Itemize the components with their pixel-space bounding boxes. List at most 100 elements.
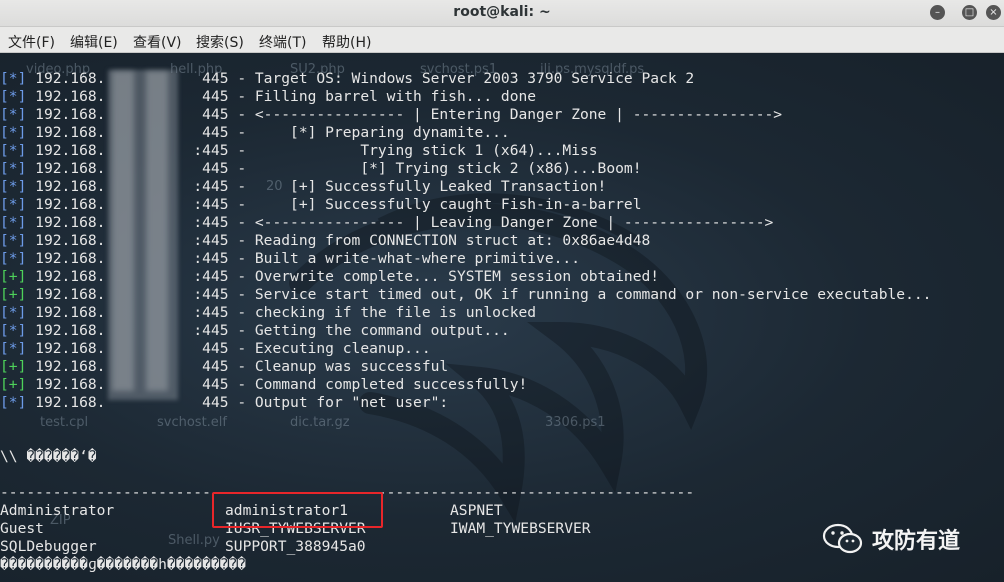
- garbled-output-last: ����������ɡ�������h���������: [0, 556, 247, 573]
- log-port: :445: [193, 178, 229, 195]
- menu-bar: 文件(F) 编辑(E) 查看(V) 搜索(S) 终端(T) 帮助(H): [0, 27, 1004, 53]
- log-tag: [*]: [0, 196, 27, 213]
- redacted-ip-block-b: [146, 71, 168, 391]
- log-tag: [*]: [0, 214, 27, 231]
- log-tag: [+]: [0, 286, 27, 303]
- log-port: :445: [193, 250, 229, 267]
- log-tag: [*]: [0, 124, 27, 141]
- log-port: 445: [202, 70, 229, 87]
- log-line: [*] 192.168. :445 - Trying stick 1 (x64)…: [0, 142, 598, 160]
- log-port: :445: [193, 268, 229, 285]
- log-host: 192.168.: [35, 304, 106, 321]
- log-port: 445: [202, 394, 229, 411]
- log-host: 192.168.: [35, 376, 106, 393]
- log-host: 192.168.: [35, 322, 106, 339]
- close-icon[interactable]: ×: [986, 5, 1001, 20]
- log-line: [+] 192.168. :445 - Overwrite complete..…: [0, 268, 659, 286]
- log-message: - <---------------- | Entering Danger Zo…: [228, 106, 783, 123]
- log-host: 192.168.: [35, 286, 106, 303]
- log-port: 445: [202, 160, 229, 177]
- log-line: [*] 192.168. :445 - Built a write-what-w…: [0, 250, 580, 268]
- log-message: - [+] Successfully Leaked Transaction!: [228, 178, 607, 195]
- log-message: - checking if the file is unlocked: [228, 304, 537, 321]
- log-host: 192.168.: [35, 160, 106, 177]
- log-host: 192.168.: [35, 394, 106, 411]
- log-host: 192.168.: [35, 268, 106, 285]
- menu-search[interactable]: 搜索(S): [196, 32, 244, 52]
- log-tag: [+]: [0, 376, 27, 393]
- log-port: :445: [193, 232, 229, 249]
- log-line: [*] 192.168. :445 - checking if the file…: [0, 304, 536, 322]
- menu-help[interactable]: 帮助(H): [322, 32, 371, 52]
- user-cell: Administrator: [0, 502, 115, 519]
- desktop-icon-test-cpl: test.cpl: [40, 415, 89, 430]
- log-message: - Executing cleanup...: [228, 340, 431, 357]
- log-line: [*] 192.168. :445 - Reading from CONNECT…: [0, 232, 650, 250]
- log-tag: [*]: [0, 142, 27, 159]
- log-message: - Command completed successfully!: [228, 376, 528, 393]
- log-line: [+] 192.168. 445 - Command completed suc…: [0, 376, 527, 394]
- terminal-output[interactable]: video.php hell.php SU2.php svchost.ps1 j…: [0, 53, 1004, 582]
- log-host: 192.168.: [35, 178, 106, 195]
- log-message: - [*] Preparing dynamite...: [228, 124, 510, 141]
- log-message: - Built a write-what-where primitive...: [228, 250, 580, 267]
- log-line: [*] 192.168. 445 - Target OS: Windows Se…: [0, 70, 694, 88]
- log-host: 192.168.: [35, 214, 106, 231]
- menu-terminal[interactable]: 终端(T): [259, 32, 306, 52]
- log-line: [*] 192.168. :445 - [+] Successfully cau…: [0, 196, 641, 214]
- log-tag: [+]: [0, 268, 27, 285]
- log-port: :445: [193, 322, 229, 339]
- log-port: :445: [193, 286, 229, 303]
- log-port: 445: [202, 106, 229, 123]
- log-line: [*] 192.168. 445 - Filling barrel with f…: [0, 88, 536, 106]
- log-tag: [*]: [0, 106, 27, 123]
- log-message: - Overwrite complete... SYSTEM session o…: [228, 268, 660, 285]
- desktop-icon-dic-tar: dic.tar.gz: [290, 415, 350, 430]
- log-port: 445: [202, 358, 229, 375]
- log-port: :445: [193, 304, 229, 321]
- highlight-box: [212, 492, 383, 528]
- log-line: [+] 192.168. 445 - Cleanup was successfu…: [0, 358, 448, 376]
- log-tag: [*]: [0, 322, 27, 339]
- log-line: [*] 192.168. 445 - Output for "net user"…: [0, 394, 448, 412]
- log-message: - [+] Successfully caught Fish-in-a-barr…: [228, 196, 642, 213]
- user-cell: IWAM_TYWEBSERVER: [450, 520, 591, 537]
- log-line: [*] 192.168. :445 - Getting the command …: [0, 322, 510, 340]
- window-title: root@kali: ~: [453, 4, 551, 20]
- log-host: 192.168.: [35, 250, 106, 267]
- log-tag: [*]: [0, 304, 27, 321]
- log-port: 445: [202, 88, 229, 105]
- log-line: [*] 192.168. 445 - Executing cleanup...: [0, 340, 431, 358]
- menu-view[interactable]: 查看(V): [133, 32, 182, 52]
- garbled-output: \\ ������‘�: [0, 448, 97, 465]
- menu-edit[interactable]: 编辑(E): [70, 32, 118, 52]
- log-host: 192.168.: [35, 88, 106, 105]
- log-tag: [*]: [0, 178, 27, 195]
- desktop-icon-svchost-elf: svchost.elf: [157, 415, 227, 430]
- redacted-ip-block-a: [112, 71, 134, 391]
- log-message: - Reading from CONNECTION struct at: 0x8…: [228, 232, 651, 249]
- log-tag: [*]: [0, 340, 27, 357]
- log-port: 445: [202, 124, 229, 141]
- log-message: - Target OS: Windows Server 2003 3790 Se…: [228, 70, 695, 87]
- log-tag: [*]: [0, 160, 27, 177]
- log-host: 192.168.: [35, 106, 106, 123]
- log-host: 192.168.: [35, 124, 106, 141]
- minimize-icon[interactable]: –: [930, 5, 945, 20]
- log-port: :445: [193, 214, 229, 231]
- log-host: 192.168.: [35, 358, 106, 375]
- log-message: - Output for "net user":: [228, 394, 449, 411]
- log-tag: [*]: [0, 88, 27, 105]
- log-tag: [+]: [0, 358, 27, 375]
- maximize-icon[interactable]: □: [962, 5, 977, 20]
- user-cell: SQLDebugger: [0, 538, 97, 555]
- log-message: - Cleanup was successful: [228, 358, 449, 375]
- log-line: [*] 192.168. 445 - [*] Trying stick 2 (x…: [0, 160, 641, 178]
- log-port: 445: [202, 340, 229, 357]
- log-message: - Service start timed out, OK if running…: [228, 286, 932, 303]
- log-line: [*] 192.168. 445 - [*] Preparing dynamit…: [0, 124, 510, 142]
- menu-file[interactable]: 文件(F): [8, 32, 55, 52]
- log-tag: [*]: [0, 232, 27, 249]
- log-line: [*] 192.168. :445 - [+] Successfully Lea…: [0, 178, 606, 196]
- window-titlebar[interactable]: root@kali: ~ – □ ×: [0, 0, 1004, 27]
